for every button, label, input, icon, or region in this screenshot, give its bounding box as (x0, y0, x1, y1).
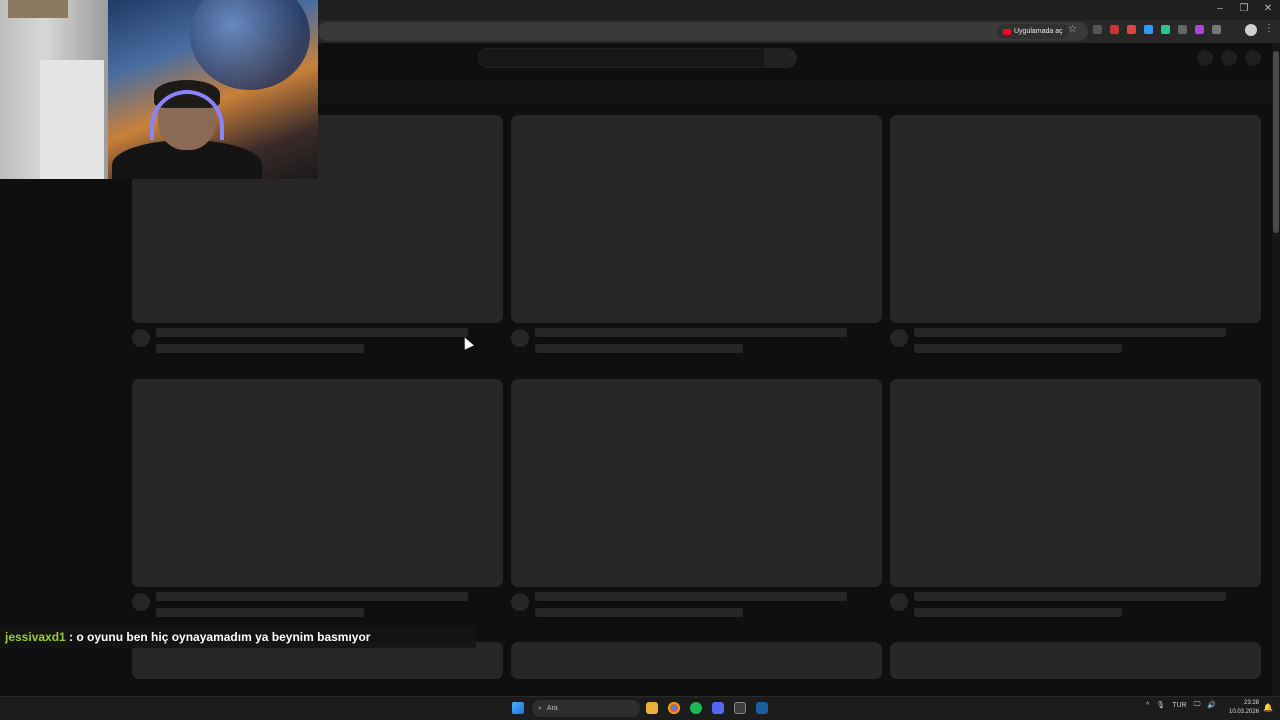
webcam-overlay (0, 0, 318, 179)
search-button[interactable] (765, 48, 797, 68)
chrome-icon[interactable] (668, 702, 680, 714)
obs-icon[interactable] (734, 702, 746, 714)
taskbar-search-input[interactable]: ⌕ Ara (532, 700, 640, 717)
meta-placeholder (156, 608, 364, 617)
thumbnail-placeholder (890, 642, 1261, 679)
extensions-puzzle-icon[interactable] (1212, 25, 1221, 34)
minimize-icon[interactable]: – (1214, 3, 1226, 15)
tray-chevron-icon[interactable]: ^ (1146, 702, 1149, 709)
window-controls: – ❐ ✕ (1214, 3, 1274, 15)
profile-avatar-icon[interactable] (1245, 24, 1257, 36)
channel-avatar-placeholder (511, 329, 529, 347)
meta-placeholder (914, 344, 1122, 353)
open-in-app-button[interactable]: Uygulamada aç (997, 24, 1069, 39)
maximize-icon[interactable]: ❐ (1238, 3, 1250, 15)
extension-icon[interactable] (1110, 25, 1119, 34)
channel-avatar-placeholder (890, 593, 908, 611)
chat-username: jessivaxd1 (5, 630, 66, 644)
address-bar[interactable] (318, 22, 1088, 41)
network-icon[interactable]: 🖵 (1194, 701, 1201, 709)
discord-icon[interactable] (712, 702, 724, 714)
system-tray: ^ 🎙 TUR 🖵 🔊 (1146, 701, 1216, 709)
create-icon[interactable] (1197, 50, 1213, 66)
title-placeholder (156, 592, 468, 601)
youtube-icon (1003, 28, 1011, 35)
extension-icon[interactable] (1144, 25, 1153, 34)
steam-icon[interactable] (756, 702, 768, 714)
webcam-door (40, 60, 104, 179)
thumbnail-placeholder (890, 115, 1261, 323)
account-avatar[interactable] (1245, 50, 1261, 66)
extension-icons (1093, 25, 1221, 34)
thumbnail-placeholder (511, 642, 882, 679)
extension-icon[interactable] (1093, 25, 1102, 34)
meta-placeholder (535, 608, 743, 617)
search-input[interactable] (478, 48, 765, 68)
title-placeholder (914, 328, 1226, 337)
title-placeholder (156, 328, 468, 337)
extension-icon[interactable] (1161, 25, 1170, 34)
thumbnail-placeholder (511, 115, 882, 323)
scrollbar-thumb[interactable] (1273, 51, 1279, 233)
screen: – ❐ ✕ Uygulamada aç ☆ ⋮ jessivaxd1: o o… (0, 0, 1280, 720)
browser-menu-icon[interactable]: ⋮ (1264, 23, 1274, 34)
meta-placeholder (156, 344, 364, 353)
extension-icon[interactable] (1178, 25, 1187, 34)
open-in-app-label: Uygulamada aç (1014, 28, 1063, 35)
volume-icon[interactable]: 🔊 (1207, 701, 1216, 709)
thumbnail-placeholder (132, 379, 503, 587)
channel-avatar-placeholder (511, 593, 529, 611)
spotify-icon[interactable] (690, 702, 702, 714)
taskbar-clock[interactable]: 23:28 10.03.2026 (1229, 699, 1259, 717)
webcam-bookshelf (8, 0, 68, 18)
page-scrollbar[interactable] (1272, 43, 1280, 696)
clock-time: 23:28 (1243, 700, 1259, 706)
microphone-icon[interactable]: 🎙 (1156, 701, 1165, 709)
chat-overlay: jessivaxd1 : o oyunu ben hiç oynayamadım… (0, 627, 476, 648)
extension-icon[interactable] (1127, 25, 1136, 34)
chat-message: : o oyunu ben hiç oynayamadım ya beynim … (65, 630, 371, 644)
thumbnail-placeholder (890, 379, 1261, 587)
close-icon[interactable]: ✕ (1262, 3, 1274, 15)
windows-taskbar: ⌕ Ara ^ 🎙 TUR 🖵 🔊 23:28 10.03.2026 🔔 (0, 696, 1280, 720)
extension-icon[interactable] (1195, 25, 1204, 34)
notifications-icon[interactable] (1221, 50, 1237, 66)
channel-avatar-placeholder (132, 593, 150, 611)
bookmark-star-icon[interactable]: ☆ (1068, 24, 1077, 35)
taskbar-search-placeholder: Ara (546, 705, 558, 712)
notification-bell-icon[interactable]: 🔔 (1263, 703, 1273, 712)
file-explorer-icon[interactable] (646, 702, 658, 714)
channel-avatar-placeholder (132, 329, 150, 347)
search-icon: ⌕ (538, 705, 542, 712)
title-placeholder (535, 328, 847, 337)
windows-start-icon[interactable] (512, 702, 524, 714)
clock-date: 10.03.2026 (1229, 709, 1260, 715)
channel-avatar-placeholder (890, 329, 908, 347)
meta-placeholder (535, 344, 743, 353)
thumbnail-placeholder (511, 379, 882, 587)
title-placeholder (535, 592, 847, 601)
title-placeholder (914, 592, 1226, 601)
language-indicator[interactable]: TUR (1172, 702, 1186, 709)
meta-placeholder (914, 608, 1122, 617)
